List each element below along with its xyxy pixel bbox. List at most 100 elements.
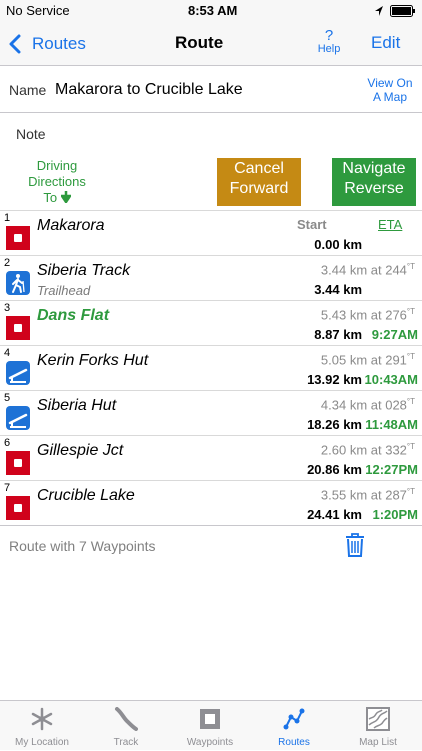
leg-distance-value: 3.44 km at 244 [320, 262, 407, 278]
name-row: Name Makarora to Crucible Lake View On A… [0, 67, 422, 113]
tab-label: My Location [15, 737, 69, 748]
waypoint-list: 1 Makarora Start ETA 0.00 km 2 Siberia T… [0, 210, 422, 526]
cumulative-distance: 3.44 km [314, 282, 362, 297]
start-label: Start [297, 217, 327, 232]
waypoint-name: Crucible Lake [37, 487, 135, 504]
note-label[interactable]: Note [16, 126, 46, 142]
back-button-label: Routes [32, 34, 86, 53]
view-on-map-line2: A Map [372, 90, 408, 104]
waypoint-index: 4 [4, 347, 11, 359]
clock: 8:53 AM [188, 3, 238, 18]
waypoint-name: Siberia Track [37, 262, 131, 279]
list-item[interactable]: 6 Gillespie Jct 2.60 km at 332°T 20.86 k… [0, 436, 422, 481]
leg-distance: 2.60 km at 332°T [321, 442, 415, 457]
driving-line3: To [11, 190, 103, 206]
leg-distance: 3.44 km at 244°T [321, 262, 415, 277]
hiker-icon [6, 271, 30, 295]
status-bar: No Service 8:53 AM [0, 0, 422, 22]
tab-track[interactable]: Track [84, 701, 168, 751]
leg-distance: 4.34 km at 028°T [321, 397, 415, 412]
bearing-unit: °T [406, 442, 415, 451]
cancel-forward-button[interactable]: Cancel Forward [217, 158, 301, 206]
list-item[interactable]: 4 Kerin Forks Hut 5.05 km at 291°T 13.92… [0, 346, 422, 391]
list-item[interactable]: 3 Dans Flat 5.43 km at 276°T 8.87 km 9:2… [0, 301, 422, 346]
help-button[interactable]: ? Help [311, 28, 347, 60]
bearing-unit: °T [406, 262, 415, 271]
tab-label: Routes [278, 737, 310, 748]
list-item[interactable]: 5 Siberia Hut 4.34 km at 028°T 18.26 km … [0, 391, 422, 436]
bearing-unit: °T [406, 397, 415, 406]
trash-icon[interactable] [344, 532, 366, 558]
arrow-down-icon [59, 191, 73, 205]
waypoint-name: Kerin Forks Hut [37, 352, 149, 369]
red-square-icon [6, 496, 30, 520]
waypoint-index: 3 [4, 302, 11, 314]
bearing-unit: °T [406, 352, 415, 361]
cumulative-distance: 13.92 km [307, 372, 362, 387]
list-item[interactable]: 7 Crucible Lake 3.55 km at 287°T 24.41 k… [0, 481, 422, 526]
eta-header[interactable]: ETA [378, 217, 402, 232]
waypoint-index: 6 [4, 437, 11, 449]
navigate-reverse-button[interactable]: Navigate Reverse [332, 158, 416, 206]
cancel-forward-line2: Forward [229, 180, 289, 197]
leg-distance: 3.55 km at 287°T [321, 487, 415, 502]
tab-routes[interactable]: Routes [252, 701, 336, 751]
list-item[interactable]: 2 Siberia Track Trailhead 3.44 km at 244… [0, 256, 422, 301]
eta-time: 9:27AM [371, 327, 418, 342]
driving-line1: Driving [36, 158, 78, 173]
question-icon: ? [324, 27, 334, 44]
hut-icon [6, 406, 30, 430]
cumulative-distance: 0.00 km [314, 237, 362, 252]
route-detail: Name Makarora to Crucible Lake View On A… [0, 67, 422, 700]
leg-distance-value: 2.60 km at 332 [320, 442, 407, 458]
bearing-unit: °T [406, 487, 415, 496]
leg-distance-value: 5.05 km at 291 [320, 352, 407, 368]
leg-distance: 5.43 km at 276°T [321, 307, 415, 322]
cumulative-distance: 18.26 km [307, 417, 362, 432]
name-label: Name [9, 82, 47, 98]
eta-time: 1:20PM [372, 507, 418, 522]
leg-distance-value: 3.55 km at 287 [320, 487, 407, 503]
cancel-forward-line1: Cancel [234, 160, 284, 177]
help-label: Help [317, 43, 341, 55]
waypoint-count-label: Route with 7 Waypoints [9, 538, 156, 554]
waypoint-name: Makarora [37, 217, 105, 234]
driving-to-label: To [43, 190, 58, 205]
waypoint-index: 7 [4, 482, 11, 494]
route-name-field[interactable]: Makarora to Crucible Lake [55, 81, 243, 99]
red-square-icon [6, 226, 30, 250]
driving-directions-button[interactable]: Driving Directions To [11, 158, 103, 206]
navigate-reverse-line1: Navigate [342, 160, 406, 177]
tab-my-location[interactable]: My Location [0, 701, 84, 751]
cumulative-distance: 24.41 km [307, 507, 362, 522]
eta-time: 11:48AM [365, 417, 418, 432]
tab-label: Map List [359, 737, 397, 748]
navigation-bar: Routes Route ? Help Edit [0, 22, 422, 66]
red-square-icon [6, 316, 30, 340]
carrier-label: No Service [6, 3, 70, 18]
location-arrow-icon [375, 6, 383, 16]
waypoint-name: Dans Flat [37, 307, 110, 324]
edit-button[interactable]: Edit [371, 33, 400, 53]
leg-distance-value: 4.34 km at 028 [320, 397, 407, 413]
bearing-unit: °T [406, 307, 415, 316]
view-on-map-button[interactable]: View On A Map [360, 76, 420, 104]
map-list-icon [366, 707, 390, 731]
tab-label: Waypoints [186, 737, 234, 748]
chevron-left-icon [9, 34, 21, 54]
eta-time: 10:43AM [364, 372, 418, 387]
tab-waypoints[interactable]: Waypoints [168, 701, 252, 751]
red-square-icon [6, 451, 30, 475]
track-icon [115, 707, 138, 731]
leg-distance: 5.05 km at 291°T [321, 352, 415, 367]
tab-bar: My Location Track Waypoints Routes Map L… [0, 700, 422, 750]
navigate-reverse-line2: Reverse [344, 180, 404, 197]
list-item[interactable]: 1 Makarora Start ETA 0.00 km [0, 211, 422, 256]
hut-icon [6, 361, 30, 385]
tab-map-list[interactable]: Map List [336, 701, 420, 751]
waypoint-name: Gillespie Jct [37, 442, 124, 459]
battery-icon [390, 5, 415, 17]
cumulative-distance: 8.87 km [314, 327, 362, 342]
cumulative-distance: 20.86 km [307, 462, 362, 477]
waypoint-square-icon [200, 709, 220, 729]
